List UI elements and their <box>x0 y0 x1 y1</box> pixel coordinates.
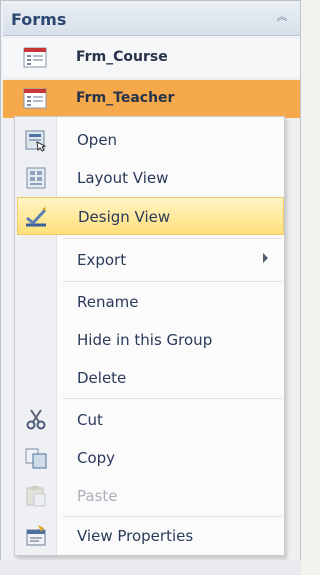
menu-item-cut[interactable]: Cut <box>17 401 284 439</box>
menu-item-export[interactable]: Export <box>17 241 284 279</box>
menu-item-design-view[interactable]: Design View <box>17 197 284 235</box>
menu-item-copy[interactable]: Copy <box>17 439 284 477</box>
menu-item-label: Design View <box>78 208 171 226</box>
design-view-icon <box>26 207 47 227</box>
submenu-arrow-icon <box>263 253 268 263</box>
properties-icon <box>26 525 46 546</box>
paste-icon <box>26 486 46 507</box>
cut-icon <box>26 409 46 430</box>
menu-item-label: Hide in this Group <box>77 331 213 349</box>
menu-separator <box>63 238 282 239</box>
form-item-frm-course[interactable]: Frm_Course <box>3 39 300 77</box>
copy-icon <box>25 448 47 469</box>
context-menu: Open Layout View Design View Export Rena… <box>14 116 285 556</box>
menu-item-label: Rename <box>77 293 139 311</box>
form-icon <box>23 88 47 109</box>
menu-item-view-properties[interactable]: View Properties <box>17 517 284 555</box>
menu-item-label: View Properties <box>77 527 194 545</box>
pane-footer <box>0 560 301 575</box>
menu-item-delete[interactable]: Delete <box>17 359 284 397</box>
form-item-frm-teacher[interactable]: Frm_Teacher <box>3 80 300 118</box>
menu-item-label: Cut <box>77 411 103 429</box>
form-icon <box>23 47 47 68</box>
forms-group-header[interactable]: Forms ︽ <box>3 4 300 36</box>
menu-item-hide-in-group[interactable]: Hide in this Group <box>17 321 284 359</box>
menu-separator <box>63 398 282 399</box>
menu-item-layout-view[interactable]: Layout View <box>17 159 284 197</box>
group-title: Forms <box>11 10 67 29</box>
menu-item-open[interactable]: Open <box>17 121 284 159</box>
menu-item-paste[interactable]: Paste <box>17 477 284 515</box>
menu-item-label: Copy <box>77 449 116 467</box>
form-item-label: Frm_Teacher <box>76 90 175 106</box>
menu-item-rename[interactable]: Rename <box>17 283 284 321</box>
collapse-chevron-icon[interactable]: ︽ <box>274 11 290 27</box>
menu-item-label: Export <box>77 251 127 269</box>
menu-separator <box>63 281 282 282</box>
menu-item-label: Layout View <box>77 169 169 187</box>
layout-view-icon <box>26 167 46 189</box>
menu-item-label: Delete <box>77 369 127 387</box>
menu-item-label: Paste <box>77 487 118 505</box>
menu-item-label: Open <box>77 131 118 149</box>
form-item-label: Frm_Course <box>76 49 168 65</box>
open-icon <box>25 130 47 152</box>
